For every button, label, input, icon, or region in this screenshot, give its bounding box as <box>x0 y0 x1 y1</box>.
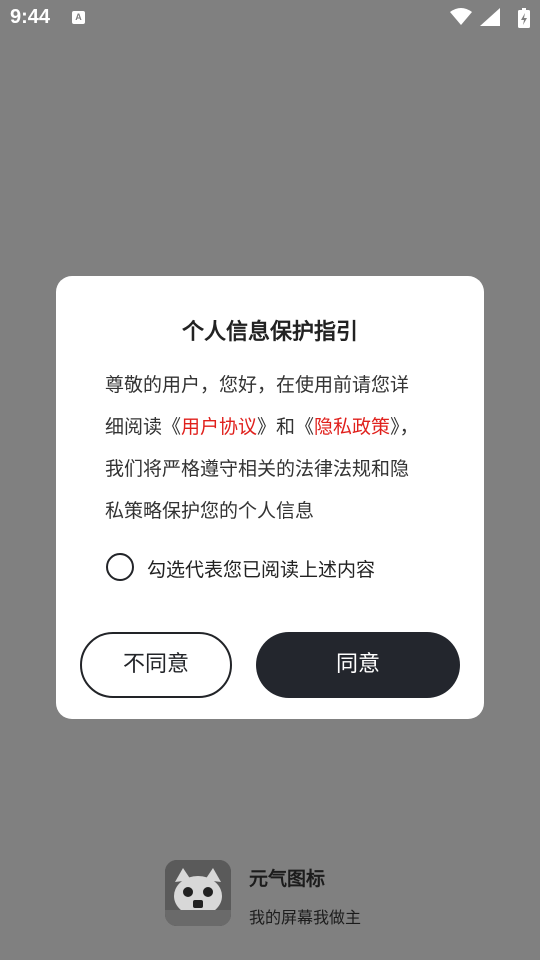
wifi-icon <box>450 8 472 25</box>
agree-checkbox-row[interactable]: 勾选代表您已阅读上述内容 <box>106 553 436 585</box>
cellular-signal-icon <box>480 8 500 26</box>
user-agreement-link[interactable]: 用户协议 <box>181 416 257 438</box>
dialog-title: 个人信息保护指引 <box>181 320 358 345</box>
battery-charging-icon <box>518 8 530 28</box>
status-time: 9:44 <box>10 6 51 28</box>
decline-button[interactable]: 不同意 <box>80 632 232 698</box>
agree-checkbox[interactable] <box>106 553 134 581</box>
dialog-body: 尊敬的用户，您好，在使用前请您详细阅读《用户协议》和《隐私政策》，我们将严格遵守… <box>105 364 427 532</box>
brand-slogan: 我的屏幕我做主 <box>249 908 362 927</box>
text-a-icon: A <box>72 11 85 24</box>
body-text-2: 》和《 <box>257 416 315 438</box>
privacy-policy-link[interactable]: 隐私政策 <box>314 416 390 438</box>
agree-checkbox-label: 勾选代表您已阅读上述内容 <box>147 559 376 581</box>
brand-footer: 元气图标 我的屏幕我做主 <box>165 860 395 928</box>
app-logo-icon <box>165 860 231 926</box>
accept-button[interactable]: 同意 <box>256 632 460 698</box>
brand-name: 元气图标 <box>249 868 326 890</box>
status-bar: 9:44 A <box>0 0 540 36</box>
privacy-dialog: 个人信息保护指引 尊敬的用户，您好，在使用前请您详细阅读《用户协议》和《隐私政策… <box>56 276 484 719</box>
